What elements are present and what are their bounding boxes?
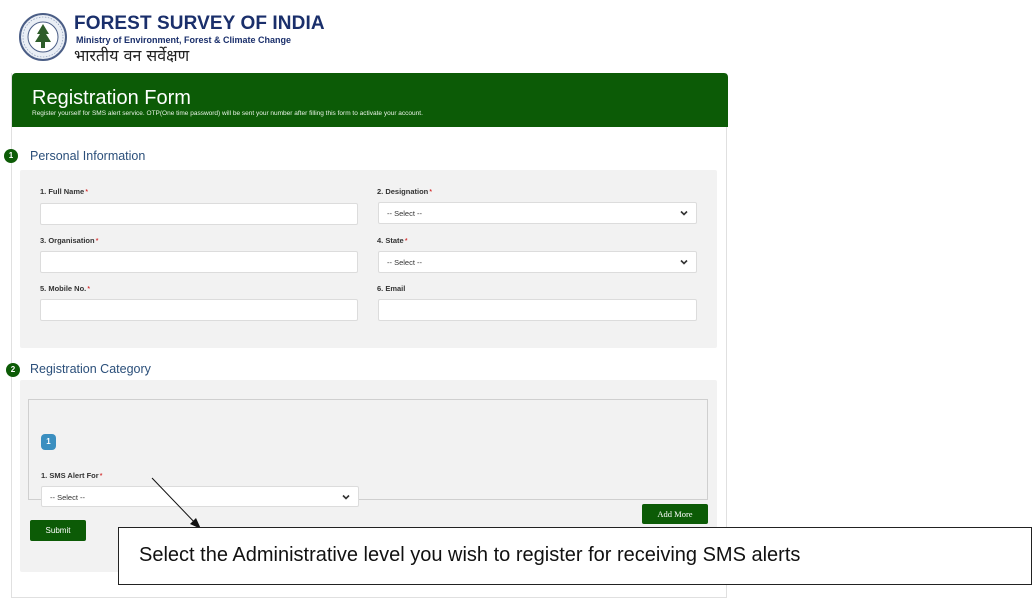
organisation-label: 3. Organisation* [40,236,99,245]
step-2-badge: 2 [6,363,20,377]
state-label: 4. State* [377,236,408,245]
email-label: 6. Email [377,284,406,293]
annotation-text: Select the Administrative level you wish… [139,544,801,566]
step-1-badge: 1 [4,149,18,163]
category-entry-box: 1 1. SMS Alert For* -- Select -- [28,399,708,507]
mobile-label: 5. Mobile No.* [40,284,91,293]
form-title: Registration Form [32,87,191,109]
chevron-down-icon [342,494,350,500]
fsi-emblem-icon [19,13,67,61]
organisation-input[interactable] [40,251,358,273]
annotation-callout: Select the Administrative level you wish… [118,527,1032,585]
chevron-down-icon [680,210,688,216]
org-title: FOREST SURVEY OF INDIA [74,13,325,34]
registration-category-title: Registration Category [30,362,151,376]
sms-alert-label: 1. SMS Alert For* [41,471,103,480]
designation-selected: -- Select -- [387,209,423,218]
form-description: Register yourself for SMS alert service.… [32,110,423,117]
site-header: FOREST SURVEY OF INDIA Ministry of Envir… [14,8,334,65]
org-hindi-title: भारतीय वन सर्वेक्षण [74,46,190,65]
annotation-arrow [151,477,201,529]
email-input[interactable] [378,299,697,321]
personal-info-panel: 1. Full Name* 2. Designation* -- Select … [20,170,717,348]
add-more-button[interactable]: Add More [642,504,708,524]
full-name-label: 1. Full Name* [40,187,89,196]
submit-button[interactable]: Submit [30,520,86,541]
state-selected: -- Select -- [387,258,423,267]
form-banner: Registration Form Register yourself for … [12,73,728,127]
designation-label: 2. Designation* [377,187,433,196]
state-select[interactable]: -- Select -- [378,251,697,273]
entry-number-badge: 1 [41,434,56,450]
mobile-input[interactable] [40,299,358,321]
full-name-input[interactable] [40,203,358,225]
personal-info-title: Personal Information [30,149,146,163]
chevron-down-icon [680,259,688,265]
sms-alert-selected: -- Select -- [50,493,86,502]
designation-select[interactable]: -- Select -- [378,202,697,224]
